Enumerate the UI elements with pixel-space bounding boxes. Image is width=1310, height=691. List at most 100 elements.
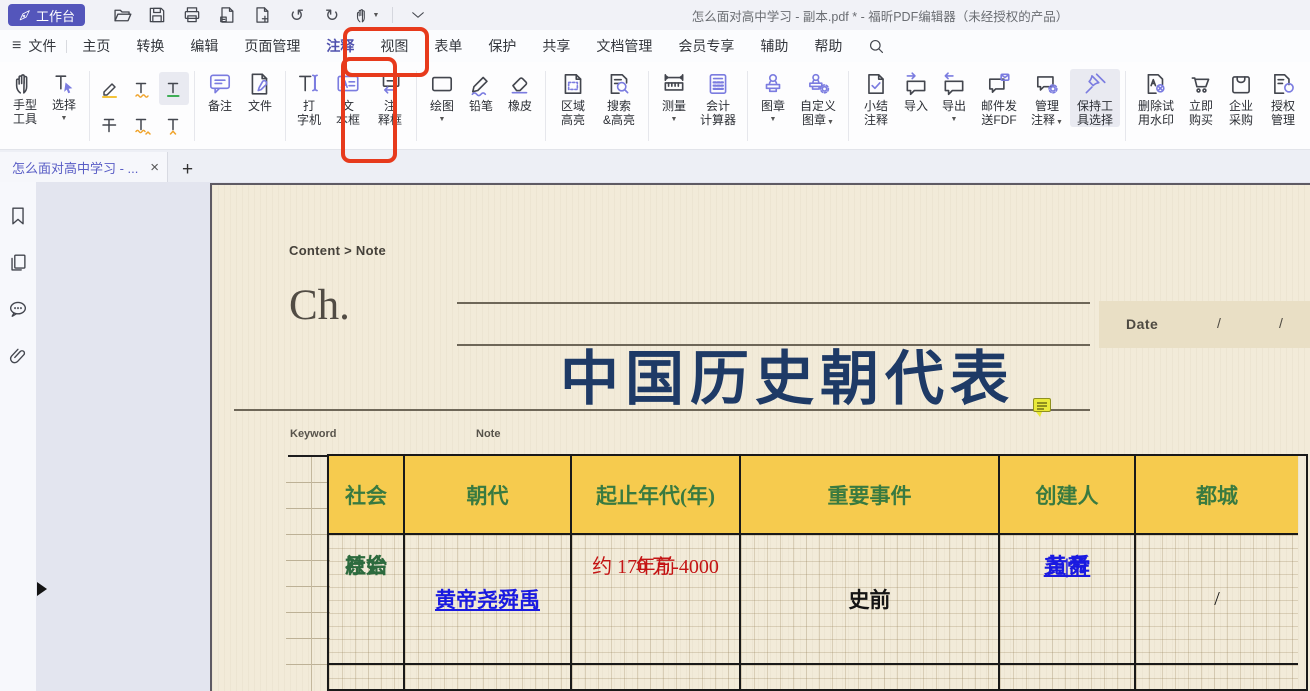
enterprise-purchase-button[interactable]: 企业 采购 [1221,69,1261,127]
hand-tool-button[interactable]: 手型 工具 [6,69,44,126]
pages-panel-button[interactable] [6,251,30,275]
founder-link[interactable]: 尧|舜 [1044,550,1091,580]
custom-stamp-button[interactable]: 自定义 图章▼ [793,69,843,127]
textbox-button[interactable]: 文 本框 [327,69,369,127]
dynasty-link[interactable]: 黄帝尧舜禹 [435,584,540,614]
menu-item-help[interactable]: 帮助 [801,30,855,62]
calculator-label: 会计 计算器 [700,99,736,127]
open-file-button[interactable] [109,3,135,27]
calculator-button[interactable]: 会计 计算器 [694,69,742,127]
document-tab-bar: 怎么面对高中学习 - ... × + [0,150,1310,182]
highlight-text-button[interactable] [95,72,125,105]
pages-icon [7,252,29,274]
ribbon-separator [648,71,649,141]
measure-button[interactable]: 测量 ▼ [654,69,694,124]
summarize-comments-button[interactable]: 小结 注释 [854,69,898,127]
search-icon [867,37,886,56]
customize-toolbar-button[interactable] [405,3,431,27]
ribbon-separator [285,71,286,141]
menu-item-form[interactable]: 表单 [421,30,475,62]
email-fdf-button[interactable]: 邮件发 送FDF [974,69,1024,127]
strikethrough-button[interactable] [95,108,125,141]
note-comment-button[interactable]: 备注 [200,69,240,114]
keep-tool-selected-button[interactable]: 保持工 具选择 [1070,69,1120,127]
replace-text-button[interactable] [127,108,157,141]
save-button[interactable] [144,3,170,27]
menu-divider [66,40,67,53]
underline-icon [164,79,184,99]
search-highlight-icon [606,71,632,97]
eraser-button[interactable]: 橡皮 [500,69,540,114]
menu-item-protect[interactable]: 保护 [475,30,529,62]
buy-now-button[interactable]: 立即 购买 [1181,69,1221,127]
new-tab-button[interactable]: + [182,160,193,179]
menu-item-convert[interactable]: 转换 [123,30,177,62]
bookmarks-panel-button[interactable] [6,204,30,228]
attachments-panel-button[interactable] [6,345,30,369]
pencil-label: 铅笔 [469,99,493,113]
delete-page-button[interactable] [214,3,240,27]
drawing-button[interactable]: 绘图 ▼ [422,69,462,124]
manage-comments-button[interactable]: 管理 注释▼ [1024,69,1070,127]
hand-mode-button[interactable]: ▼ [354,3,380,27]
menu-item-share[interactable]: 共享 [529,30,583,62]
note-bubble-icon [207,71,233,97]
stamp-button[interactable]: 图章 ▼ [753,69,793,124]
license-management-button[interactable]: 授权 管理 [1261,69,1305,127]
margin-rule [286,482,330,483]
menu-item-view[interactable]: 视图 [367,30,421,62]
search-highlight-button[interactable]: 搜索 &高亮 [595,69,643,127]
typewriter-button[interactable]: 打 字机 [291,69,327,127]
menu-bar: ≡ 文件 主页 转换 编辑 页面管理 注释 视图 表单 保护 共享 文档管理 会… [0,30,1310,62]
margin-rule [286,586,330,587]
note-annotation-icon[interactable] [1033,398,1051,412]
pencil-button[interactable]: 铅笔 [462,69,500,114]
enterprise-label: 企业 采购 [1229,99,1253,127]
table-header-founder: 创建人 [1000,456,1136,535]
menu-item-assist[interactable]: 辅助 [747,30,801,62]
remove-watermark-button[interactable]: 删除试 用水印 [1131,69,1181,127]
menu-item-member[interactable]: 会员专享 [665,30,747,62]
import-label: 导入 [904,99,928,113]
strikethrough-icon [100,115,120,135]
table-header-event: 重要事件 [741,456,1000,535]
menu-item-home[interactable]: 主页 [69,30,123,62]
underline-text-button[interactable] [159,72,189,105]
dropdown-caret: ▼ [61,115,68,123]
stamp-icon [760,71,786,97]
keyword-label: Keyword [290,428,336,440]
ribbon-separator [747,71,748,141]
date-band: Date / / [1099,301,1310,348]
import-comments-button[interactable]: 导入 [898,69,934,114]
file-attachment-button[interactable]: 文件 [240,69,280,114]
paperclip-icon [7,346,29,368]
panel-expand-handle[interactable] [37,582,47,596]
menu-file-button[interactable]: ≡ 文件 [0,36,64,56]
highlighter-icon [100,79,120,99]
redo-button[interactable]: ↻ [319,3,345,27]
workspace-button[interactable]: 工作台 [8,4,85,26]
export-label: 导出 [942,99,966,113]
folder-open-icon [112,5,133,26]
export-comments-button[interactable]: 导出 ▼ [934,69,974,124]
license-label: 授权 管理 [1271,99,1295,127]
tab-close-button[interactable]: × [150,159,159,176]
select-tool-button[interactable]: 选择 ▼ [44,69,84,123]
search-button[interactable] [867,37,886,56]
menu-item-pages[interactable]: 页面管理 [231,30,313,62]
print-button[interactable] [179,3,205,27]
add-page-button[interactable] [249,3,275,27]
callout-button[interactable]: 注 释框 [369,69,411,127]
ribbon-separator [848,71,849,141]
undo-button[interactable]: ↺ [284,3,310,27]
insert-text-button[interactable] [159,108,189,141]
comments-panel-button[interactable] [6,298,30,322]
menu-item-docmgmt[interactable]: 文档管理 [583,30,665,62]
pdf-page[interactable]: Content > Note Ch. 中国历史朝代表 Date / / Keyw… [210,183,1310,691]
menu-item-edit[interactable]: 编辑 [177,30,231,62]
squiggly-underline-button[interactable] [127,72,157,105]
document-tab[interactable]: 怎么面对高中学习 - ... × [0,152,168,182]
date-label: Date [1126,316,1158,332]
menu-item-comment[interactable]: 注释 [313,30,367,62]
area-highlight-button[interactable]: 区域 高亮 [551,69,595,127]
